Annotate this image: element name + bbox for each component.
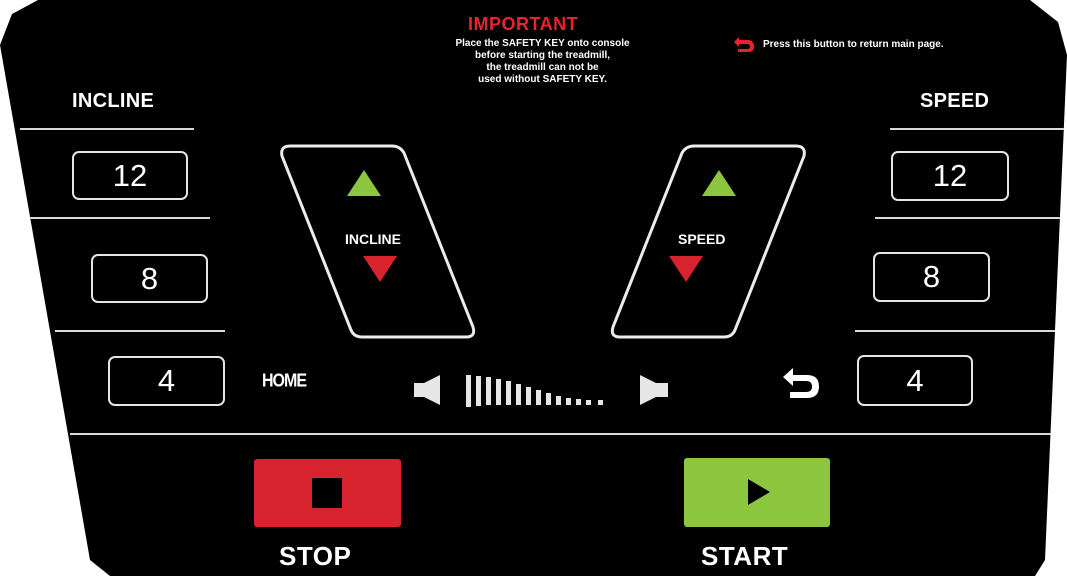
incline-pad-label: INCLINE	[345, 231, 401, 247]
volume-level-bar[interactable]	[466, 375, 614, 407]
return-arrow-icon	[734, 37, 754, 52]
volume-up-icon[interactable]	[638, 373, 670, 407]
divider	[20, 128, 194, 130]
incline-preset-8-button[interactable]: 8	[91, 254, 208, 303]
stop-button[interactable]	[254, 459, 401, 527]
play-icon	[748, 479, 770, 505]
incline-preset-4-button[interactable]: 4	[108, 356, 225, 406]
start-label: START	[701, 541, 789, 571]
treadmill-console: IMPORTANT Place the SAFETY KEY onto cons…	[0, 0, 1067, 576]
divider	[855, 330, 1067, 332]
divider	[875, 217, 1067, 219]
speed-title: SPEED	[920, 90, 990, 112]
home-button[interactable]: HOME	[262, 372, 307, 393]
divider	[55, 330, 225, 332]
speed-up-arrow-icon[interactable]	[702, 170, 736, 196]
safety-key-notice: Place the SAFETY KEY onto console before…	[410, 38, 675, 86]
notice-line: the treadmill can not be	[486, 62, 599, 73]
speed-pad-label: SPEED	[678, 231, 726, 247]
incline-up-arrow-icon[interactable]	[347, 170, 381, 196]
return-hint: Press this button to return main page.	[733, 36, 944, 52]
incline-down-arrow-icon[interactable]	[363, 256, 397, 282]
important-title: IMPORTANT	[468, 14, 579, 34]
speed-preset-12-button[interactable]: 12	[891, 151, 1009, 201]
return-button-icon[interactable]	[780, 366, 820, 400]
speed-down-arrow-icon[interactable]	[669, 256, 703, 282]
incline-preset-12-button[interactable]: 12	[72, 151, 188, 200]
speed-preset-8-button[interactable]: 8	[873, 252, 990, 302]
divider	[30, 217, 210, 219]
notice-line: before starting the treadmill,	[474, 50, 611, 61]
divider	[70, 433, 1067, 435]
volume-down-icon[interactable]	[412, 373, 442, 407]
start-button[interactable]	[684, 458, 830, 527]
stop-label: STOP	[279, 541, 352, 571]
incline-title: INCLINE	[72, 90, 155, 112]
divider	[890, 128, 1067, 130]
return-hint-text: Press this button to return main page.	[763, 38, 944, 50]
notice-line: used without SAFETY KEY.	[478, 74, 607, 85]
speed-preset-4-button[interactable]: 4	[857, 355, 973, 406]
notice-line: Place the SAFETY KEY onto console	[455, 38, 630, 49]
stop-icon	[312, 478, 342, 508]
